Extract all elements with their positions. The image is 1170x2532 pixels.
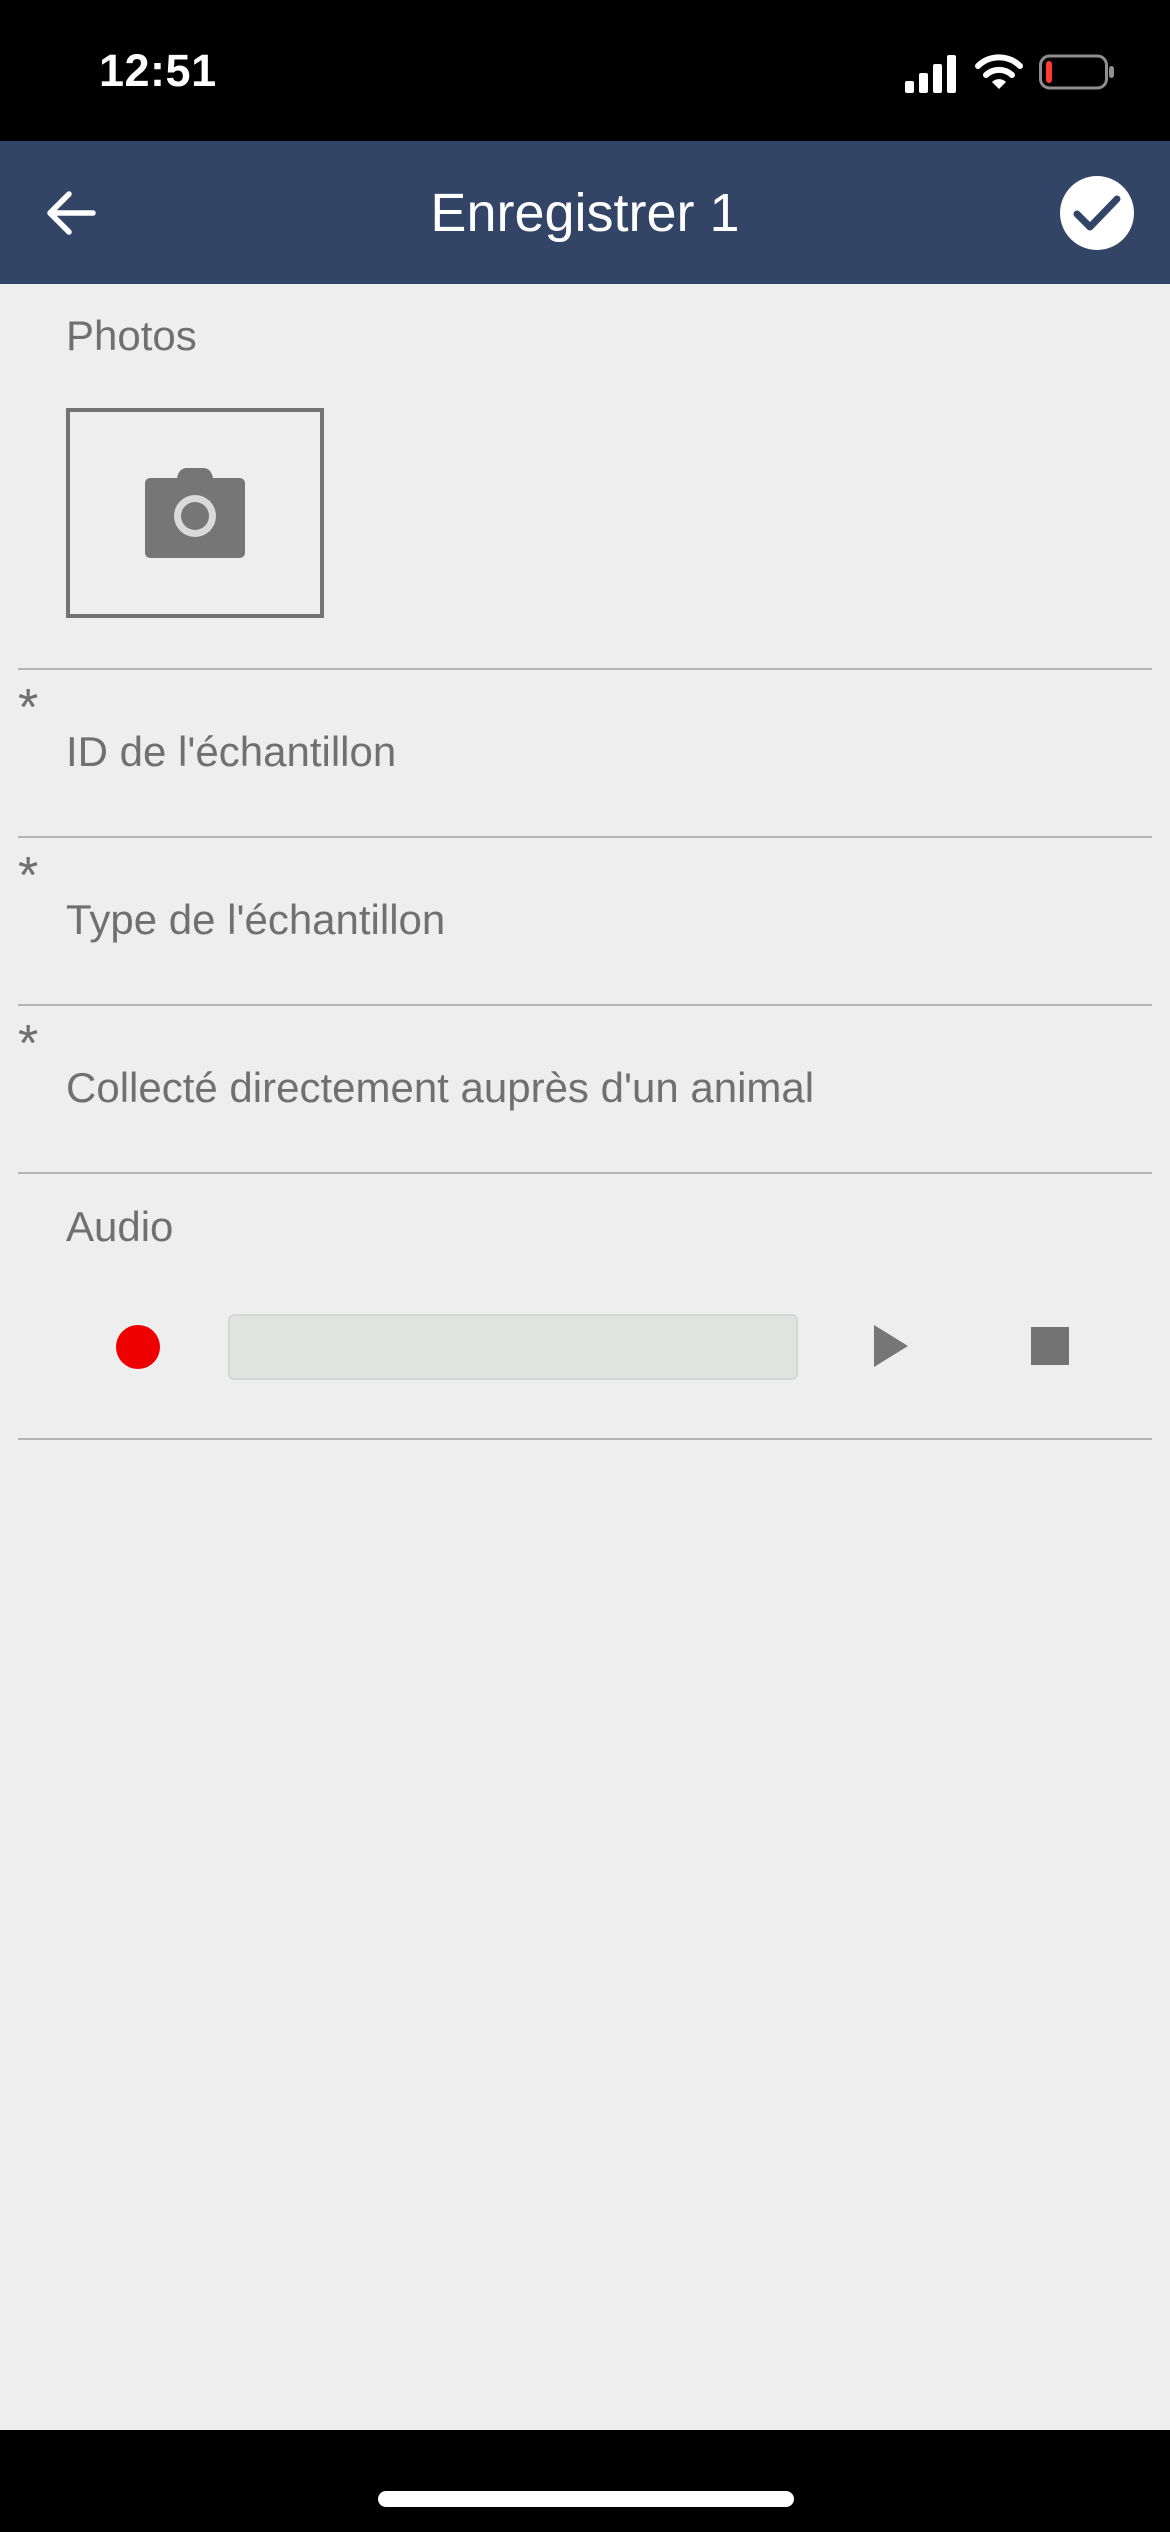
field-label: ID de l'échantillon	[66, 728, 397, 775]
required-marker: *	[18, 847, 39, 905]
camera-icon	[145, 468, 245, 558]
page-title: Enregistrer 1	[430, 182, 740, 243]
divider	[18, 1438, 1152, 1440]
audio-label: Audio	[66, 1203, 174, 1250]
stop-button[interactable]	[1031, 1327, 1069, 1365]
bottom-bar	[0, 2430, 1170, 2532]
back-button[interactable]	[32, 177, 112, 249]
wifi-icon	[975, 54, 1023, 89]
field-collected-from-animal[interactable]: * Collecté directement auprès d'un anima…	[18, 1006, 1152, 1172]
app-header: Enregistrer 1	[0, 141, 1170, 284]
arrow-left-icon	[47, 191, 96, 235]
confirm-button[interactable]	[1060, 176, 1134, 250]
required-marker: *	[18, 679, 39, 737]
photos-label: Photos	[66, 312, 197, 359]
status-time: 12:51	[99, 45, 217, 96]
status-bar: 12:51	[0, 0, 1170, 141]
home-indicator[interactable]	[378, 2491, 794, 2507]
record-button[interactable]	[116, 1325, 160, 1369]
check-icon	[1073, 195, 1121, 231]
play-button[interactable]	[872, 1323, 910, 1369]
field-sample-type[interactable]: * Type de l'échantillon	[18, 838, 1152, 1004]
field-label: Type de l'échantillon	[66, 896, 446, 943]
divider	[18, 1172, 1152, 1174]
audio-progress-bar	[228, 1314, 798, 1380]
required-marker: *	[18, 1015, 39, 1073]
field-label: Collecté directement auprès d'un animal	[66, 1064, 815, 1111]
battery-icon	[1039, 54, 1114, 90]
add-photo-button[interactable]	[66, 408, 324, 618]
field-sample-id[interactable]: * ID de l'échantillon	[18, 670, 1152, 836]
signal-icon	[905, 55, 956, 93]
